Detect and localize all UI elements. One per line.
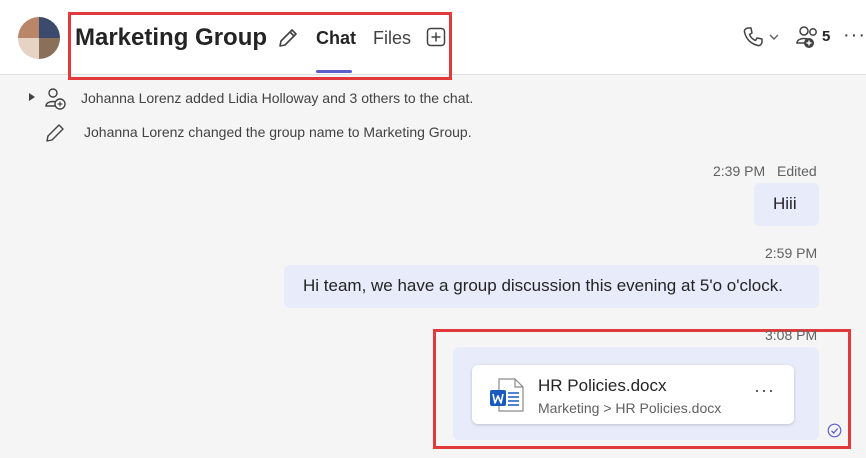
pencil-icon [46, 124, 64, 142]
participant-count[interactable]: 5 [822, 28, 830, 45]
add-person-icon [45, 88, 66, 110]
word-doc-icon [490, 378, 524, 412]
file-more-button[interactable]: ··· [754, 380, 775, 401]
message-time: 3:08 PM [765, 327, 818, 343]
message-time: 2:59 PM [765, 245, 818, 261]
chevron-down-icon[interactable] [768, 31, 780, 43]
file-path: Marketing > HR Policies.docx [538, 400, 722, 416]
system-message-text: Johanna Lorenz changed the group name to… [84, 124, 472, 140]
highlight-box-header [68, 12, 452, 80]
system-message-renamed: Johanna Lorenz changed the group name to… [84, 124, 472, 140]
system-message-added: Johanna Lorenz added Lidia Holloway and … [81, 90, 473, 106]
file-attachment-card[interactable]: HR Policies.docx Marketing > HR Policies… [472, 365, 794, 424]
system-message-text: Johanna Lorenz added Lidia Holloway and … [81, 90, 474, 106]
read-receipt-icon [827, 423, 842, 438]
file-name: HR Policies.docx [538, 376, 667, 395]
expand-caret-icon[interactable] [29, 93, 35, 101]
message-time: 2:39 PM [713, 163, 766, 179]
more-options-button[interactable]: ··· [843, 24, 866, 47]
message-text: Hiii [773, 194, 797, 213]
phone-call-icon[interactable] [741, 25, 765, 49]
message-bubble[interactable]: Hi team, we have a group discussion this… [284, 265, 819, 308]
edited-label: Edited [777, 163, 817, 179]
group-avatar[interactable] [18, 17, 60, 59]
message-bubble[interactable]: Hiii [754, 183, 819, 226]
message-text: Hi team, we have a group discussion this… [303, 276, 783, 295]
